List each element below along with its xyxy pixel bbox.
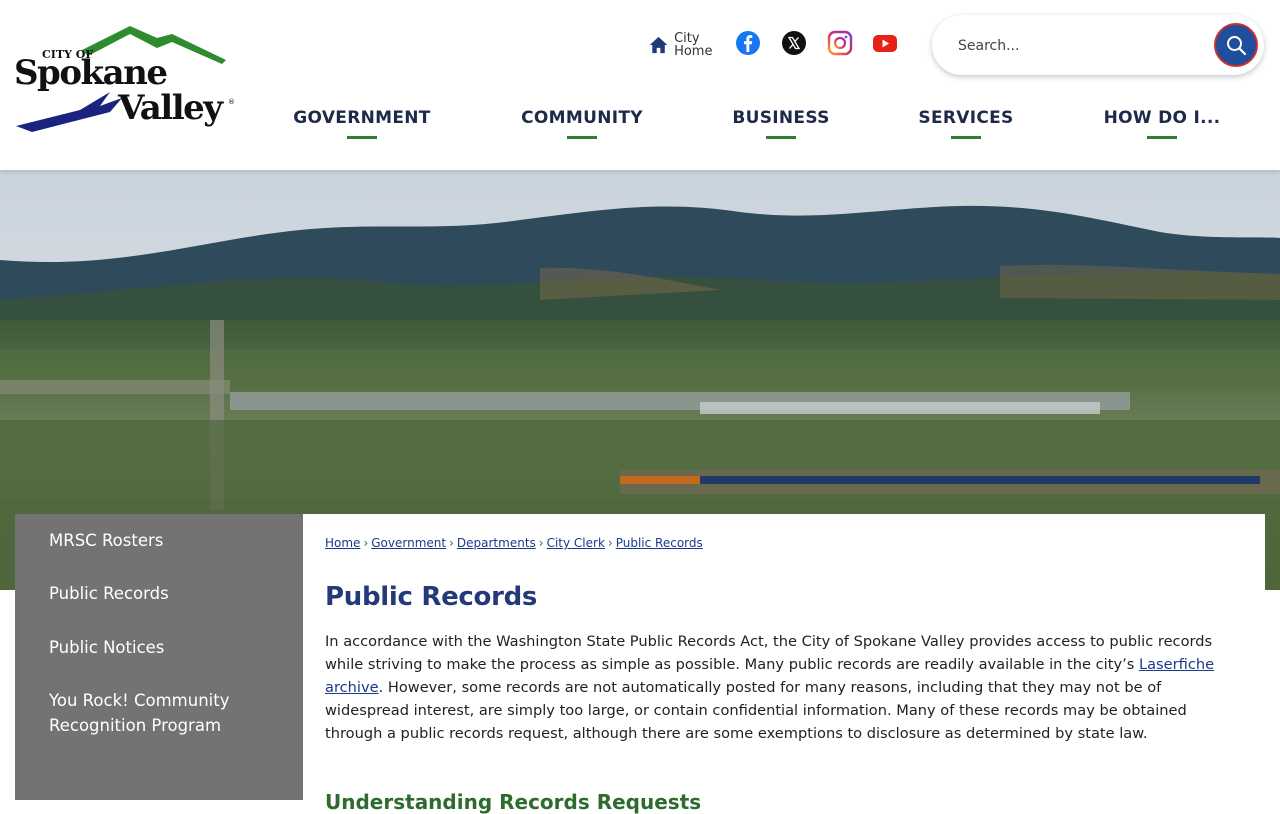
nav-underline [1147,136,1177,139]
breadcrumb-separator: › [538,536,544,550]
breadcrumb-departments[interactable]: Departments [457,536,536,550]
breadcrumb-government[interactable]: Government [371,536,446,550]
search-input[interactable] [956,33,1200,59]
breadcrumb-separator: › [363,536,369,550]
nav-underline [951,136,981,139]
sidebar-nav: MRSC Rosters Public Records Public Notic… [15,514,303,800]
x-twitter-link[interactable] [781,30,807,56]
logo-registered-mark: ® [228,98,235,106]
section-heading: Understanding Records Requests [325,790,702,814]
sidebar-item-public-notices[interactable]: Public Notices [49,635,289,660]
nav-label: SERVICES [918,108,1014,128]
main-content: Home › Government › Departments › City Clerk › P… [303,514,1265,814]
nav-services[interactable]: SERVICES [912,108,1020,148]
nav-how-do-i[interactable]: HOW DO I... [1094,108,1230,148]
nav-underline [347,136,377,139]
logo-spokane-word: Spokane [14,53,168,93]
nav-label: COMMUNITY [521,108,643,128]
search-icon [1227,36,1247,56]
youtube-icon [873,35,897,52]
nav-label: GOVERNMENT [293,108,431,128]
nav-label: HOW DO I... [1103,108,1221,128]
nav-underline [766,136,796,139]
instagram-link[interactable] [827,30,853,56]
site-search [932,15,1264,75]
intro-paragraph: In accordance with the Washington State … [325,631,1243,746]
facebook-link[interactable] [735,30,761,56]
nav-community[interactable]: COMMUNITY [512,108,652,148]
nav-business[interactable]: BUSINESS [722,108,840,148]
instagram-icon [827,30,853,56]
breadcrumb-separator: › [449,536,454,550]
breadcrumb-city-clerk[interactable]: City Clerk [547,536,605,550]
city-logo[interactable]: CITY OF Spokane Valley ® [12,20,237,135]
search-button[interactable] [1214,23,1258,67]
sidebar-item-public-records[interactable]: Public Records [49,581,289,606]
breadcrumb-public-records[interactable]: Public Records [616,536,703,550]
youtube-link[interactable] [872,30,898,56]
nav-government[interactable]: GOVERNMENT [288,108,436,148]
facebook-icon [736,31,760,55]
page-title: Public Records [325,582,538,612]
breadcrumb-separator: › [607,536,613,550]
nav-underline [567,136,597,139]
sidebar-item-mrsc-rosters[interactable]: MRSC Rosters [49,528,289,553]
intro-text-end: . However, some records are not automati… [325,678,1187,742]
city-home-label: City Home [674,31,713,59]
breadcrumb-home[interactable]: Home [325,536,360,550]
nav-label: BUSINESS [732,108,830,128]
city-home-link[interactable]: City Home [649,30,724,60]
site-header: CITY OF Spokane Valley ® City Home Searc… [0,0,1280,170]
sidebar-item-you-rock[interactable]: You Rock! Community Recognition Program [49,688,289,738]
breadcrumb: Home › Government › Departments › City Clerk › P… [325,536,703,550]
intro-text-start: In accordance with the Washington State … [325,633,1213,673]
logo-valley-word: Valley [118,88,223,128]
home-icon [649,36,668,54]
x-twitter-icon [782,31,806,55]
